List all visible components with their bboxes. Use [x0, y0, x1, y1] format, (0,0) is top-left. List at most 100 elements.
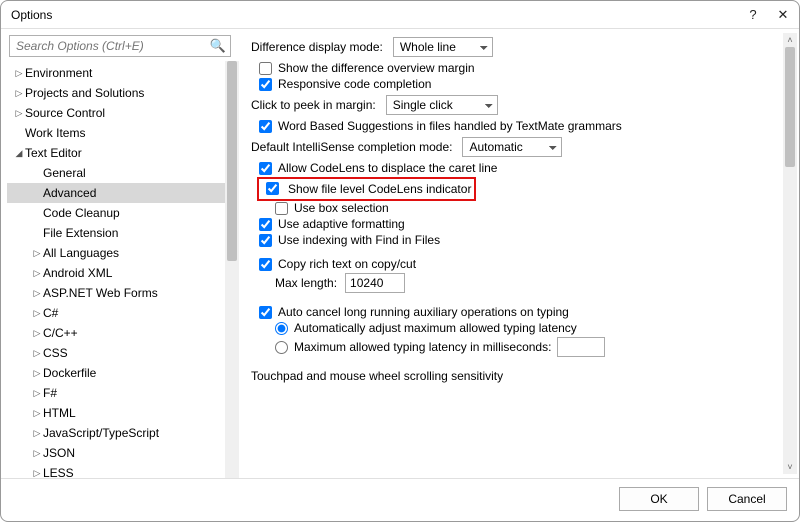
allow-codelens-check[interactable]	[259, 162, 272, 175]
diff-mode-select[interactable]: Whole line	[393, 37, 493, 57]
cancel-button[interactable]: Cancel	[707, 487, 787, 511]
use-adaptive-label: Use adaptive formatting	[278, 217, 405, 231]
peek-select[interactable]: Single click	[386, 95, 498, 115]
search-box[interactable]: 🔍	[9, 35, 231, 57]
tree-item-html[interactable]: ▷HTML	[7, 403, 239, 423]
main-area: 🔍 ▷Environment▷Projects and Solutions▷So…	[1, 29, 799, 478]
tree-item-label: Environment	[25, 66, 92, 80]
tree-caret-icon[interactable]: ▷	[31, 368, 43, 379]
search-icon[interactable]: 🔍	[210, 38, 226, 54]
tree-caret-icon[interactable]: ◢	[13, 148, 25, 159]
auto-adjust-label: Automatically adjust maximum allowed typ…	[294, 321, 577, 335]
tree-item-projects-and-solutions[interactable]: ▷Projects and Solutions	[7, 83, 239, 103]
scrollbar-thumb[interactable]	[785, 47, 795, 167]
help-icon[interactable]: ?	[745, 7, 761, 22]
tree-caret-icon[interactable]: ▷	[31, 448, 43, 459]
tree-item-javascript-typescript[interactable]: ▷JavaScript/TypeScript	[7, 423, 239, 443]
tree-item-less[interactable]: ▷LESS	[7, 463, 239, 478]
settings-pane: Difference display mode: Whole line Show…	[239, 29, 799, 478]
tree-item-label: HTML	[43, 406, 76, 420]
tree-item-work-items[interactable]: Work Items	[7, 123, 239, 143]
tree-item-label: C#	[43, 306, 58, 320]
use-box-check[interactable]	[275, 202, 288, 215]
use-indexing-label: Use indexing with Find in Files	[278, 233, 440, 247]
ok-button[interactable]: OK	[619, 487, 699, 511]
tree-caret-icon[interactable]: ▷	[31, 248, 43, 259]
word-based-check[interactable]	[259, 120, 272, 133]
options-dialog: Options ? ✕ 🔍 ▷Environment▷Projects and …	[0, 0, 800, 522]
intellisense-select[interactable]: Automatic	[462, 137, 562, 157]
scroll-down-icon[interactable]: ˅	[783, 460, 797, 474]
tree-caret-icon[interactable]: ▷	[13, 68, 25, 79]
word-based-label: Word Based Suggestions in files handled …	[278, 119, 622, 133]
tree-item-general[interactable]: General	[7, 163, 239, 183]
copy-rich-label: Copy rich text on copy/cut	[278, 257, 416, 271]
auto-cancel-check[interactable]	[259, 306, 272, 319]
tree-item-android-xml[interactable]: ▷Android XML	[7, 263, 239, 283]
tree-caret-icon[interactable]: ▷	[13, 88, 25, 99]
scrollbar-track[interactable]	[783, 47, 797, 460]
dialog-body: 🔍 ▷Environment▷Projects and Solutions▷So…	[1, 29, 799, 521]
max-length-input[interactable]	[345, 273, 405, 293]
show-file-level-check[interactable]	[266, 182, 279, 195]
touchpad-label: Touchpad and mouse wheel scrolling sensi…	[251, 369, 503, 383]
pane-scrollbar[interactable]: ˄ ˅	[783, 33, 797, 474]
tree-caret-icon[interactable]: ▷	[31, 388, 43, 399]
show-overview-check[interactable]	[259, 62, 272, 75]
tree-scrollbar[interactable]	[225, 61, 239, 478]
tree-item-source-control[interactable]: ▷Source Control	[7, 103, 239, 123]
tree-caret-icon[interactable]: ▷	[31, 288, 43, 299]
auto-cancel-label: Auto cancel long running auxiliary opera…	[278, 305, 569, 319]
tree-caret-icon[interactable]: ▷	[31, 408, 43, 419]
tree-item-label: JavaScript/TypeScript	[43, 426, 159, 440]
tree-caret-icon[interactable]: ▷	[31, 328, 43, 339]
tree-item-file-extension[interactable]: File Extension	[7, 223, 239, 243]
scrollbar-thumb[interactable]	[227, 61, 237, 261]
tree-item-css[interactable]: ▷CSS	[7, 343, 239, 363]
peek-label: Click to peek in margin:	[251, 98, 376, 112]
tree-item-dockerfile[interactable]: ▷Dockerfile	[7, 363, 239, 383]
tree-item-json[interactable]: ▷JSON	[7, 443, 239, 463]
tree-item-environment[interactable]: ▷Environment	[7, 63, 239, 83]
title-buttons: ? ✕	[745, 7, 791, 23]
close-icon[interactable]: ✕	[775, 7, 791, 23]
use-indexing-check[interactable]	[259, 234, 272, 247]
search-input[interactable]	[14, 38, 210, 54]
tree-item-label: Code Cleanup	[43, 206, 120, 220]
tree-item-label: JSON	[43, 446, 75, 460]
left-panel: 🔍 ▷Environment▷Projects and Solutions▷So…	[1, 29, 239, 478]
tree-item-label: Source Control	[25, 106, 105, 120]
max-latency-input[interactable]	[557, 337, 605, 357]
titlebar: Options ? ✕	[1, 1, 799, 29]
tree-item-asp-net-web-forms[interactable]: ▷ASP.NET Web Forms	[7, 283, 239, 303]
max-length-label: Max length:	[275, 276, 337, 290]
tree-item-label: All Languages	[43, 246, 119, 260]
tree-caret-icon[interactable]: ▷	[31, 468, 43, 479]
tree-item-all-languages[interactable]: ▷All Languages	[7, 243, 239, 263]
max-latency-radio[interactable]	[275, 341, 288, 354]
responsive-cc-label: Responsive code completion	[278, 77, 431, 91]
auto-adjust-radio[interactable]	[275, 322, 288, 335]
scroll-up-icon[interactable]: ˄	[783, 33, 797, 47]
tree-caret-icon[interactable]: ▷	[31, 268, 43, 279]
window-title: Options	[11, 8, 52, 22]
tree-caret-icon[interactable]: ▷	[13, 108, 25, 119]
tree-item-c-[interactable]: ▷C#	[7, 303, 239, 323]
tree-item-label: Advanced	[43, 186, 96, 200]
tree-caret-icon[interactable]: ▷	[31, 308, 43, 319]
tree-item-label: Dockerfile	[43, 366, 96, 380]
tree-item-advanced[interactable]: Advanced	[7, 183, 239, 203]
tree-item-text-editor[interactable]: ◢Text Editor	[7, 143, 239, 163]
tree-item-f-[interactable]: ▷F#	[7, 383, 239, 403]
tree-item-label: C/C++	[43, 326, 78, 340]
copy-rich-check[interactable]	[259, 258, 272, 271]
use-adaptive-check[interactable]	[259, 218, 272, 231]
responsive-cc-check[interactable]	[259, 78, 272, 91]
tree-item-code-cleanup[interactable]: Code Cleanup	[7, 203, 239, 223]
max-latency-label: Maximum allowed typing latency in millis…	[294, 340, 551, 354]
tree-caret-icon[interactable]: ▷	[31, 348, 43, 359]
tree-caret-icon[interactable]: ▷	[31, 428, 43, 439]
tree-item-label: Projects and Solutions	[25, 86, 144, 100]
tree-item-c-c-[interactable]: ▷C/C++	[7, 323, 239, 343]
allow-codelens-label: Allow CodeLens to displace the caret lin…	[278, 161, 497, 175]
